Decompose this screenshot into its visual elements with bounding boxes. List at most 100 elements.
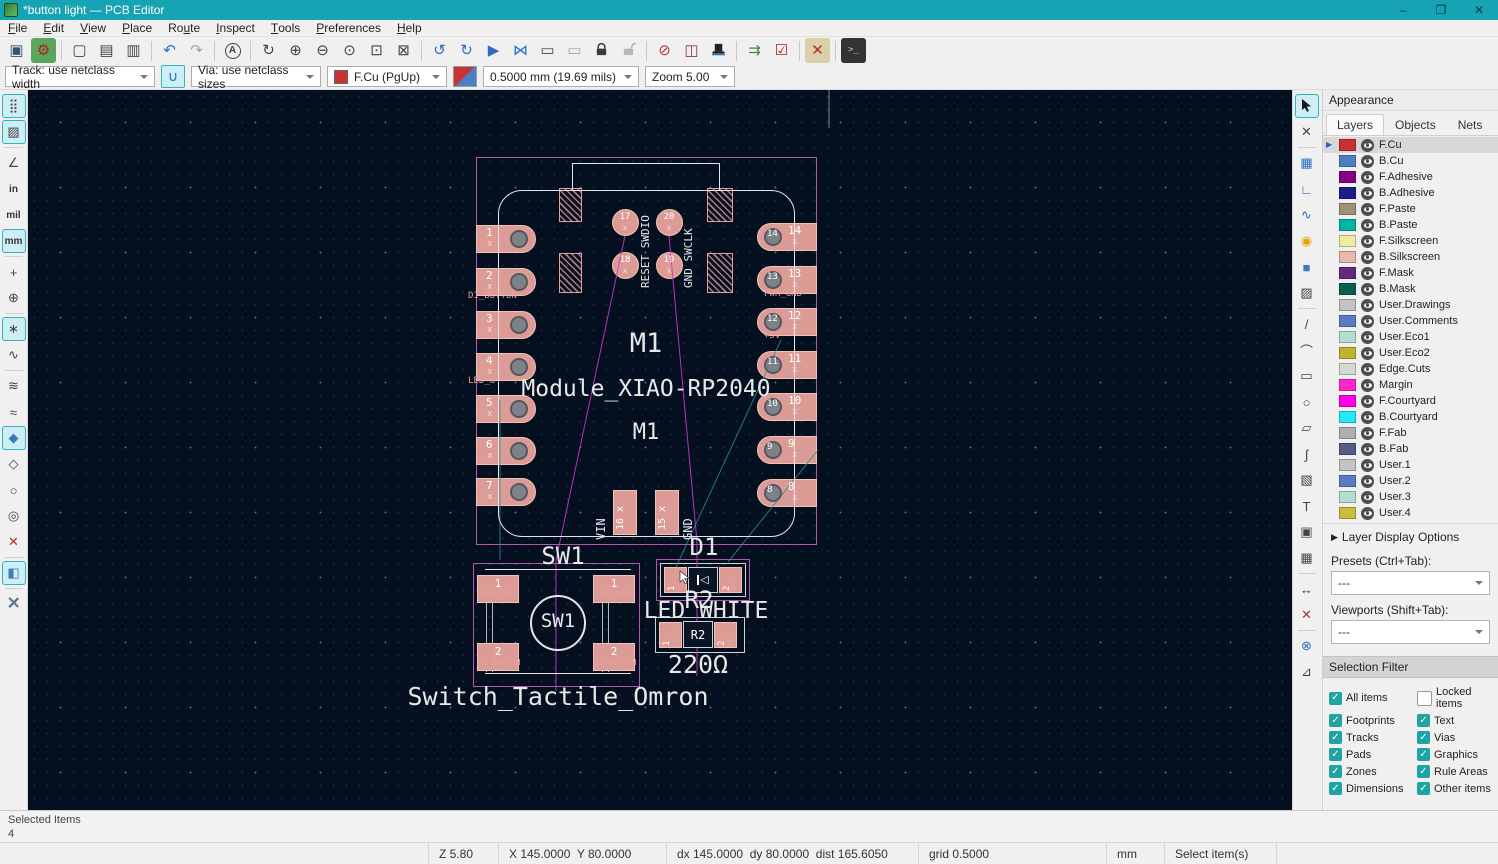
layer-color-swatch[interactable] [1339,267,1356,279]
module-value[interactable]: Module_XIAO-RP2040 [521,376,770,402]
layer-row[interactable]: B.Courtyard [1323,409,1498,425]
menu-help[interactable]: Help [389,20,430,36]
visibility-eye-icon[interactable] [1361,314,1374,328]
rotate-ccw-button[interactable]: ↺ [427,38,452,63]
menu-preferences[interactable]: Preferences [308,20,389,36]
layer-color-swatch[interactable] [1339,251,1356,263]
checkbox-icon[interactable]: ✓ [1329,748,1342,761]
interactive-router-settings-button[interactable]: ✕ [805,38,830,63]
refresh-button[interactable]: ↻ [256,38,281,63]
local-ratsnest-button[interactable]: ✕ [1295,120,1319,144]
active-layer-dropdown[interactable]: F.Cu (PgUp) [327,66,447,87]
filter-text[interactable]: ✓ Text [1417,714,1496,727]
layer-row[interactable]: B.Cu [1323,153,1498,169]
checkbox-icon[interactable]: ✓ [1417,765,1430,778]
net-color-mode-button[interactable]: ≋ [2,374,26,398]
layer-row[interactable]: B.Paste [1323,217,1498,233]
draw-rectangle-button[interactable]: ▭ [1295,364,1319,388]
visibility-eye-icon[interactable] [1361,298,1374,312]
units-mm-button[interactable]: mm [1,229,26,253]
place-via-button[interactable]: ◉ [1295,229,1319,253]
filter-zones[interactable]: ✓ Zones [1329,765,1415,778]
update-pcb-from-schematic-button[interactable]: ⇉ [742,38,767,63]
measure-tool-button[interactable]: ⊿ [1295,660,1319,684]
lock-button[interactable] [589,38,614,63]
polar-coordinates-button[interactable]: ∠ [2,151,26,175]
layer-row[interactable]: User.Comments [1323,313,1498,329]
select-tool-button[interactable] [1294,94,1319,118]
layer-color-swatch[interactable] [1339,475,1356,487]
zoom-fit-button[interactable]: ⊙ [337,38,362,63]
draw-line-button[interactable]: / [1295,312,1319,336]
visibility-eye-icon[interactable] [1361,138,1374,152]
filter-other-items[interactable]: ✓ Other items [1417,782,1496,795]
filter-pads[interactable]: ✓ Pads [1329,748,1415,761]
pcb-canvas[interactable]: 1 x 2 x D1_BUTTON 3 x 4 x LED_G 5 x 6 x 7 x 14 14 x 13 13 x PW… [28,90,1292,810]
checkbox-icon[interactable]: ✓ [1329,691,1342,705]
minimize-button[interactable]: – [1384,0,1422,20]
plot-button[interactable]: ▥ [121,38,146,63]
rotate-cw-button[interactable]: ↻ [454,38,479,63]
filter-locked-items[interactable]: ✓Locked items [1417,686,1496,710]
resistor-value[interactable]: 220Ω [668,650,728,679]
curved-ratsnest-button[interactable]: ∿ [2,343,26,367]
close-button[interactable]: ✕ [1460,0,1498,20]
led-reference[interactable]: D1 [690,533,719,561]
ungroup-button[interactable]: ▭ [562,38,587,63]
layer-row[interactable]: User.3 [1323,489,1498,505]
draw-zone-button[interactable]: ■ [1295,255,1319,279]
filter-rule-areas[interactable]: ✓ Rule Areas [1417,765,1496,778]
layer-color-swatch[interactable] [1339,491,1356,503]
layer-color-swatch[interactable] [1339,347,1356,359]
visibility-eye-icon[interactable] [1361,378,1374,392]
draw-arc-button[interactable]: ⌒ [1295,338,1319,362]
place-textbox-button[interactable]: ▣ [1295,520,1319,544]
tab-nets[interactable]: Nets [1447,114,1494,135]
visibility-eye-icon[interactable] [1361,362,1374,376]
scripting-console-button[interactable]: >_ [841,38,866,63]
unlock-button[interactable] [616,38,641,63]
layer-row[interactable]: B.Silkscreen [1323,249,1498,265]
layer-color-swatch[interactable] [1339,219,1356,231]
units-inches-button[interactable]: in [2,177,26,201]
menu-edit[interactable]: Edit [35,20,72,36]
cursor-shape-button[interactable]: + [2,260,26,284]
mounting-slot-hatch[interactable] [559,188,582,222]
layer-row[interactable]: User.Eco2 [1323,345,1498,361]
layer-pair-button[interactable] [453,66,477,87]
grid-visibility-button[interactable]: ⣿ [1,94,26,118]
checkbox-icon[interactable]: ✓ [1329,782,1342,795]
pad-display-mode-button[interactable]: ○ [2,478,26,502]
checkbox-icon[interactable]: ✓ [1417,690,1432,706]
layer-row[interactable]: User.1 [1323,457,1498,473]
page-settings-button[interactable]: ▢ [67,38,92,63]
footprint-wizard-button[interactable] [706,38,731,63]
track-display-mode-button[interactable]: ✕ [2,530,26,554]
properties-manager-button[interactable] [2,592,26,616]
layer-row[interactable]: B.Fab [1323,441,1498,457]
board-setup-button[interactable]: ⚙ [31,38,56,63]
visibility-eye-icon[interactable] [1361,442,1374,456]
filter-footprints[interactable]: ✓ Footprints [1329,714,1415,727]
hide-drawing-sheet-button[interactable]: ⊘ [652,38,677,63]
high-contrast-mode-button[interactable]: ◧ [1,561,26,585]
menu-tools[interactable]: Tools [263,20,308,36]
menu-view[interactable]: View [72,20,114,36]
draw-circle-button[interactable]: ○ [1295,390,1319,414]
switch-circle-text[interactable]: SW1 [541,610,575,632]
layer-color-swatch[interactable] [1339,315,1356,327]
units-mils-button[interactable]: mil [2,203,26,227]
checkbox-icon[interactable]: ✓ [1329,731,1342,744]
find-button[interactable]: A [220,38,245,63]
mounting-slot-hatch[interactable] [707,188,733,222]
undo-button[interactable]: ↶ [157,38,182,63]
filter-dimensions[interactable]: ✓ Dimensions [1329,782,1415,795]
layer-row[interactable]: F.Courtyard [1323,393,1498,409]
place-text-button[interactable]: T [1295,494,1319,518]
layer-color-swatch[interactable] [1339,139,1356,151]
layer-row[interactable]: User.4 [1323,505,1498,521]
visibility-eye-icon[interactable] [1361,250,1374,264]
layer-color-swatch[interactable] [1339,459,1356,471]
visibility-eye-icon[interactable] [1361,410,1374,424]
layer-color-swatch[interactable] [1339,283,1356,295]
